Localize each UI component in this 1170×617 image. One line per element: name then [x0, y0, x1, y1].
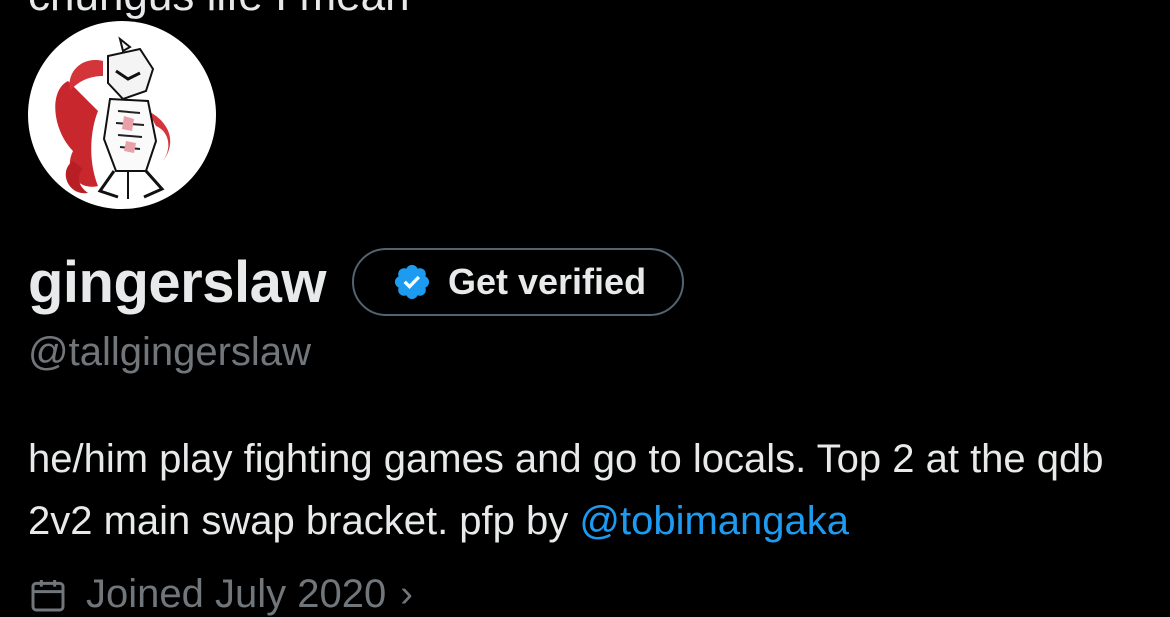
name-row: gingerslaw Get verified [28, 246, 685, 318]
avatar-image [28, 21, 216, 209]
verified-badge-icon [394, 264, 430, 300]
bio-mention-link[interactable]: @tobimangaka [579, 499, 849, 543]
bio-text: he/him play fighting games and go to loc… [28, 437, 1104, 543]
display-name: gingerslaw [28, 249, 326, 315]
chevron-right-icon: › [400, 573, 413, 615]
get-verified-button[interactable]: Get verified [351, 248, 685, 316]
get-verified-label: Get verified [447, 261, 647, 302]
avatar[interactable] [25, 18, 219, 212]
joined-date-text: Joined July 2020 [86, 572, 387, 616]
bio: he/him play fighting games and go to loc… [28, 428, 1148, 552]
joined-date-row[interactable]: Joined July 2020 › [28, 572, 413, 617]
previous-post-text: chungus life I mean [28, 0, 410, 18]
user-handle: @tallgingerslaw [28, 330, 311, 374]
calendar-icon [31, 579, 65, 611]
